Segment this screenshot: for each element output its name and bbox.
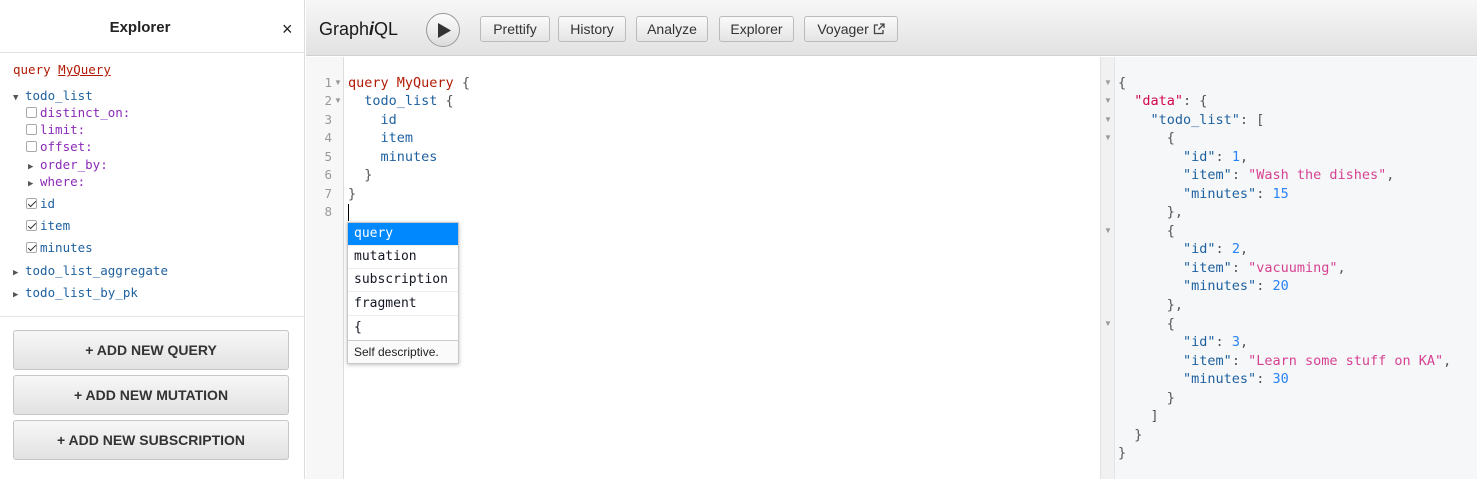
json-line: "minutes": 15 bbox=[1183, 186, 1289, 202]
json-line: "item": "Learn some stuff on KA", bbox=[1183, 353, 1452, 369]
fold-icon[interactable]: ▼ bbox=[1104, 75, 1112, 91]
json-line: } bbox=[1118, 427, 1143, 443]
checkbox-checked-icon[interactable] bbox=[26, 198, 37, 209]
add-new-mutation-button[interactable]: + ADD NEW MUTATION bbox=[13, 375, 289, 415]
hint-item-mutation[interactable]: mutation bbox=[348, 246, 458, 269]
line-number: 7 bbox=[324, 186, 332, 201]
code-line: minutes bbox=[380, 149, 438, 165]
operation-header[interactable]: query MyQuery bbox=[13, 62, 111, 78]
json-line: }, bbox=[1118, 297, 1184, 313]
checkbox-checked-icon[interactable] bbox=[26, 220, 37, 231]
caret-right-icon: ▶ bbox=[28, 162, 34, 172]
json-line: "item": "vacuuming", bbox=[1183, 260, 1346, 276]
arg-order-by[interactable]: ▶ order_by: bbox=[28, 157, 108, 175]
caret-right-icon: ▶ bbox=[28, 179, 34, 189]
divider bbox=[0, 316, 304, 317]
field-minutes[interactable]: minutes bbox=[26, 240, 93, 256]
json-line: "minutes": 30 bbox=[1183, 371, 1289, 387]
json-line: } bbox=[1118, 390, 1175, 406]
json-line: "data": { bbox=[1134, 93, 1208, 109]
fold-icon[interactable]: ▼ bbox=[1104, 130, 1112, 146]
code-line: } bbox=[364, 167, 373, 183]
fold-icon[interactable]: ▼ bbox=[1104, 223, 1112, 239]
json-line: "item": "Wash the dishes", bbox=[1183, 167, 1395, 183]
code-line: } bbox=[348, 186, 357, 202]
line-number: 8 bbox=[324, 204, 332, 219]
line-number: 6 bbox=[324, 167, 332, 182]
hint-description: Self descriptive. bbox=[348, 340, 458, 363]
fold-icon[interactable]: ▼ bbox=[334, 75, 342, 91]
caret-right-icon: ▶ bbox=[13, 290, 19, 300]
fold-icon[interactable]: ▼ bbox=[1104, 112, 1112, 128]
hint-item-fragment[interactable]: fragment bbox=[348, 293, 458, 316]
result-viewer[interactable]: ▼ ▼ ▼ ▼ ▼ ▼ { "data": { "todo_list": [ {… bbox=[1100, 57, 1477, 479]
root-field-todo-list-aggregate[interactable]: ▶ todo_list_aggregate bbox=[13, 263, 168, 281]
explorer-button[interactable]: Explorer bbox=[719, 16, 794, 42]
json-line: "todo_list": [ bbox=[1150, 112, 1265, 128]
explorer-title: Explorer bbox=[109, 19, 171, 36]
arg-distinct-on[interactable]: distinct_on: bbox=[26, 105, 130, 121]
result-fold-gutter: ▼ ▼ ▼ ▼ ▼ ▼ bbox=[1101, 57, 1115, 479]
line-number-gutter: 1 ▼ 2 ▼ 3 4 5 6 7 8 bbox=[306, 57, 344, 479]
checkbox-checked-icon[interactable] bbox=[26, 242, 37, 253]
fold-icon[interactable]: ▼ bbox=[1104, 93, 1112, 109]
json-line: "minutes": 20 bbox=[1183, 278, 1289, 294]
history-button[interactable]: History bbox=[558, 16, 626, 42]
checkbox-icon[interactable] bbox=[26, 124, 37, 135]
json-line: "id": 3, bbox=[1183, 334, 1249, 350]
graphiql-logo: GraphiQL bbox=[319, 19, 399, 39]
hint-item-subscription[interactable]: subscription bbox=[348, 269, 458, 292]
text-cursor bbox=[348, 204, 349, 221]
hint-item-brace[interactable]: { bbox=[348, 317, 458, 340]
code-line: query MyQuery { bbox=[348, 75, 470, 91]
root-field-todo-list[interactable]: ▼ todo_list bbox=[13, 88, 93, 106]
explorer-panel: Explorer × query MyQuery ▼ todo_list dist… bbox=[0, 0, 305, 479]
line-number: 2 bbox=[324, 93, 332, 108]
close-icon[interactable]: × bbox=[282, 20, 293, 38]
json-line: } bbox=[1118, 445, 1127, 461]
code-line: todo_list { bbox=[364, 93, 454, 109]
analyze-button[interactable]: Analyze bbox=[636, 16, 708, 42]
toolbar: GraphiQL Prettify History Analyze Explor… bbox=[306, 0, 1477, 56]
line-number: 5 bbox=[324, 149, 332, 164]
json-line: { bbox=[1118, 130, 1175, 146]
json-line: { bbox=[1118, 75, 1127, 91]
field-id[interactable]: id bbox=[26, 196, 55, 212]
hint-item-query[interactable]: query bbox=[348, 223, 458, 246]
checkbox-icon[interactable] bbox=[26, 107, 37, 118]
fold-icon[interactable]: ▼ bbox=[1104, 316, 1112, 332]
json-line: }, bbox=[1118, 204, 1184, 220]
add-new-query-button[interactable]: + ADD NEW QUERY bbox=[13, 330, 289, 370]
field-item[interactable]: item bbox=[26, 218, 70, 234]
json-line: { bbox=[1118, 316, 1175, 332]
line-number: 1 bbox=[324, 75, 332, 90]
fold-icon[interactable]: ▼ bbox=[334, 93, 342, 109]
checkbox-icon[interactable] bbox=[26, 141, 37, 152]
json-line: { bbox=[1118, 223, 1175, 239]
json-line: ] bbox=[1118, 408, 1159, 424]
line-number: 4 bbox=[324, 130, 332, 145]
prettify-button[interactable]: Prettify bbox=[480, 16, 550, 42]
json-line: "id": 1, bbox=[1183, 149, 1249, 165]
json-line: "id": 2, bbox=[1183, 241, 1249, 257]
arg-offset[interactable]: offset: bbox=[26, 139, 93, 155]
explorer-header: Explorer × bbox=[0, 0, 304, 53]
arg-limit[interactable]: limit: bbox=[26, 122, 85, 138]
voyager-button[interactable]: Voyager bbox=[804, 16, 898, 42]
external-link-icon bbox=[873, 23, 885, 35]
operation-name-input[interactable]: MyQuery bbox=[58, 62, 111, 77]
caret-right-icon: ▶ bbox=[13, 268, 19, 278]
arg-where[interactable]: ▶ where: bbox=[28, 174, 85, 192]
add-new-subscription-button[interactable]: + ADD NEW SUBSCRIPTION bbox=[13, 420, 289, 460]
execute-query-button[interactable] bbox=[426, 13, 460, 47]
operation-keyword: query bbox=[13, 62, 51, 77]
root-field-label: todo_list bbox=[25, 88, 93, 103]
caret-down-icon: ▼ bbox=[13, 93, 19, 103]
autocomplete-popup: query mutation subscription fragment { S… bbox=[347, 222, 459, 364]
code-line: item bbox=[380, 130, 414, 146]
play-icon bbox=[438, 23, 451, 38]
line-number: 3 bbox=[324, 112, 332, 127]
code-line: id bbox=[380, 112, 397, 128]
root-field-todo-list-by-pk[interactable]: ▶ todo_list_by_pk bbox=[13, 285, 138, 303]
